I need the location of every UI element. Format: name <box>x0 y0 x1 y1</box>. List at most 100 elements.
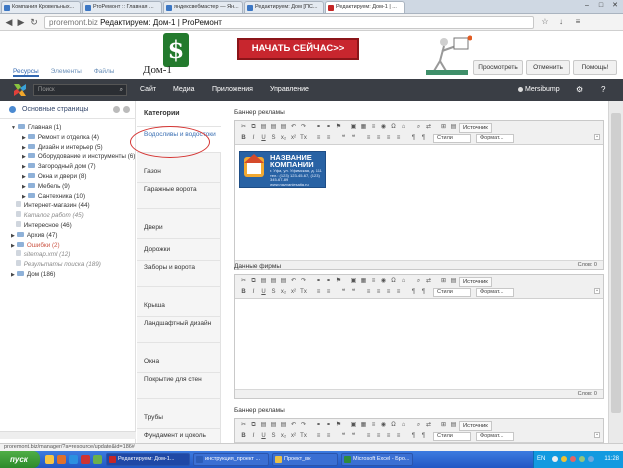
toolbar-button-icon[interactable]: ▤ <box>449 421 458 429</box>
quicklaunch-icon[interactable] <box>57 455 66 464</box>
format-button-icon[interactable]: ≡ <box>394 432 403 440</box>
toolbar-button-icon[interactable]: ⊞ <box>439 277 448 285</box>
format-button-icon[interactable]: x₂ <box>279 432 288 440</box>
task-folder[interactable]: Проект_вк <box>272 453 338 466</box>
ad-start-button[interactable]: НАЧАТЬ СЕЙЧАС>> <box>237 38 359 60</box>
format-dropdown[interactable]: Формат... <box>476 432 514 441</box>
browser-tab-3[interactable]: Редактируем: Дом [ПС... <box>244 1 324 13</box>
category-item[interactable]: Окна <box>137 351 221 373</box>
expand-arrow-icon[interactable]: ▶ <box>22 164 26 170</box>
format-button-icon[interactable]: ❝ <box>339 288 348 296</box>
tree-node[interactable]: ▶ Архив (47) <box>11 231 57 241</box>
format-button-icon[interactable]: ≡ <box>394 288 403 296</box>
toolbar-button-icon[interactable]: ▤ <box>279 123 288 131</box>
url-input[interactable]: proremont.biz Редактируем: Дом-1 | ProРе… <box>44 16 534 29</box>
format-button-icon[interactable]: ¶ <box>409 288 418 296</box>
toolbar-button-icon[interactable]: ▣ <box>349 123 358 131</box>
cancel-button[interactable]: Отменить <box>526 60 570 75</box>
format-button-icon[interactable]: ≡ <box>324 288 333 296</box>
toolbar-button-icon[interactable]: ⚭ <box>324 421 333 429</box>
reload-icon[interactable]: ↻ <box>29 17 39 27</box>
format-button-icon[interactable]: ¶ <box>419 134 428 142</box>
nav-item-media[interactable]: Медиа <box>173 79 195 101</box>
forward-icon[interactable]: ▶ <box>16 17 26 27</box>
tray-icon[interactable] <box>588 456 594 462</box>
toolbar-button-icon[interactable]: ✂ <box>239 421 248 429</box>
collapse-toolbar-icon[interactable]: ▪ <box>594 432 600 438</box>
toolbar-button-icon[interactable]: ⊞ <box>439 421 448 429</box>
minimize-icon[interactable]: – <box>581 1 593 10</box>
toolbar-button-icon[interactable]: ⌂ <box>399 421 408 429</box>
tree-node[interactable]: ▶ Дом (186) <box>11 270 55 280</box>
browser-tab-1[interactable]: ProРемонт :: Главная ... <box>82 1 162 13</box>
expand-arrow-icon[interactable]: ▶ <box>22 194 26 200</box>
format-button-icon[interactable]: ≡ <box>364 288 373 296</box>
toolbar-button-icon[interactable]: ⚑ <box>334 123 343 131</box>
toolbar-button-icon[interactable]: Ω <box>389 421 398 429</box>
help-button[interactable]: Помощь! <box>573 60 617 75</box>
format-button-icon[interactable]: ¶ <box>409 432 418 440</box>
format-button-icon[interactable]: ≡ <box>324 134 333 142</box>
format-button-icon[interactable]: x₂ <box>279 134 288 142</box>
toolbar-button-icon[interactable]: ⚭ <box>324 123 333 131</box>
language-indicator[interactable]: EN <box>537 451 545 468</box>
format-button-icon[interactable]: ≡ <box>364 432 373 440</box>
toolbar-button-icon[interactable]: ▦ <box>359 277 368 285</box>
format-button-icon[interactable]: ❝ <box>339 134 348 142</box>
browser-tab-2[interactable]: яндексвебмастер — Ян... <box>163 1 243 13</box>
toolbar-button-icon[interactable]: ⚑ <box>334 421 343 429</box>
toolbar-button-icon[interactable]: ⇄ <box>424 277 433 285</box>
company-banner-image[interactable]: НАЗВАНИЕ КОМПАНИИ г. Уфа, ул. Уфимская, д… <box>239 151 326 188</box>
page-scrollbar[interactable] <box>608 101 623 443</box>
category-item[interactable]: Трубы <box>137 407 221 429</box>
format-button-icon[interactable]: U <box>259 288 268 296</box>
tree-node[interactable]: ▶ Окна и двери (8) <box>22 172 86 182</box>
expand-arrow-icon[interactable]: ▶ <box>22 145 26 151</box>
format-button-icon[interactable]: ≡ <box>394 134 403 142</box>
format-button-icon[interactable]: x² <box>289 432 298 440</box>
expand-arrow-icon[interactable]: ▶ <box>11 243 15 249</box>
search-icon[interactable]: ⌕ <box>120 85 123 95</box>
tray-icon[interactable] <box>561 456 567 462</box>
toolbar-button-icon[interactable]: ⇄ <box>424 421 433 429</box>
toolbar-button-icon[interactable]: Ω <box>389 123 398 131</box>
format-button-icon[interactable]: ≡ <box>374 134 383 142</box>
toolbar-button-icon[interactable]: ▤ <box>279 277 288 285</box>
download-icon[interactable]: ↓ <box>556 17 566 27</box>
category-item[interactable]: Ландшафтный дизайн <box>137 317 221 343</box>
source-button[interactable]: Источник <box>459 277 492 287</box>
expand-arrow-icon[interactable]: ▶ <box>22 184 26 190</box>
toolbar-button-icon[interactable]: ↷ <box>299 277 308 285</box>
format-button-icon[interactable]: S <box>269 134 278 142</box>
format-button-icon[interactable]: ¶ <box>419 432 428 440</box>
search-input[interactable]: Поиск ⌕ <box>33 84 127 96</box>
category-item[interactable]: Покрытие для стен <box>137 373 221 399</box>
quicklaunch-icon[interactable] <box>93 455 102 464</box>
task-browser[interactable]: Редактируем: Дом-1... <box>106 453 190 466</box>
toolbar-button-icon[interactable]: ▤ <box>259 421 268 429</box>
start-button[interactable]: пуск <box>0 451 40 468</box>
toolbar-button-icon[interactable]: ▦ <box>359 123 368 131</box>
tab-files[interactable]: Файлы <box>94 68 115 77</box>
format-button-icon[interactable]: ❝ <box>339 432 348 440</box>
quicklaunch-icon[interactable] <box>69 455 78 464</box>
toolbar-button-icon[interactable]: ↷ <box>299 123 308 131</box>
format-button-icon[interactable]: ≡ <box>314 288 323 296</box>
format-button-icon[interactable]: S <box>269 432 278 440</box>
tree-node[interactable]: Каталог работ (45) <box>11 211 84 221</box>
format-button-icon[interactable]: ❝ <box>349 288 358 296</box>
tree-node[interactable]: ▶ Ремонт и отделка (4) <box>22 133 99 143</box>
category-item[interactable]: Крыша <box>137 295 221 317</box>
task-excel[interactable]: Microsoft Excel - Бро... <box>341 453 413 466</box>
format-button-icon[interactable]: B <box>239 134 248 142</box>
expand-arrow-icon[interactable]: ▶ <box>22 154 26 160</box>
tree-node[interactable]: ▶ Загородный дом (7) <box>22 162 96 172</box>
toolbar-button-icon[interactable]: ↶ <box>289 123 298 131</box>
toolbar-button-icon[interactable]: ▣ <box>349 277 358 285</box>
modx-logo-icon[interactable] <box>14 84 26 96</box>
format-button-icon[interactable]: ≡ <box>324 432 333 440</box>
toolbar-button-icon[interactable]: ⚭ <box>314 277 323 285</box>
tree-node[interactable]: ▶ Сантехника (10) <box>22 192 85 202</box>
user-name[interactable]: Mersibump <box>525 79 560 101</box>
category-item[interactable]: Гаражные ворота <box>137 183 221 209</box>
